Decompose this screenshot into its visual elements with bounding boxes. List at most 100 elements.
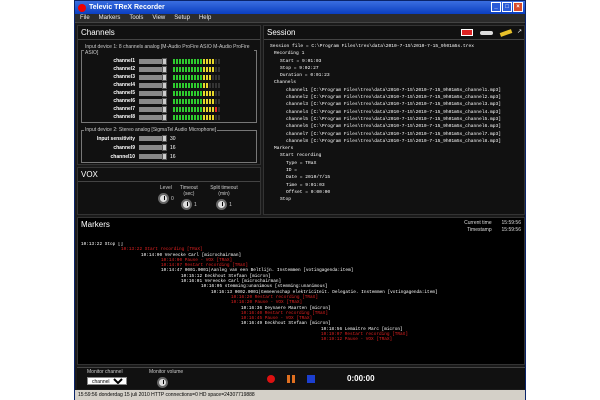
session-panel: Session ↗ Session file = C:\Program File… (263, 25, 525, 215)
channel-label: channel4 (113, 82, 135, 88)
input-sensitivity-row: Input sensitivity 30 (84, 134, 254, 143)
channel-gain-slider[interactable] (139, 73, 167, 81)
session-tree-node[interactable]: Markers (268, 145, 520, 152)
vox-level-dial[interactable] (158, 193, 169, 204)
meter-segment (185, 58, 187, 64)
slider-knob[interactable] (162, 135, 167, 142)
session-tree-node[interactable]: channel3 [C:\Program Files\trex\data\201… (268, 101, 520, 108)
record-flag-icon[interactable] (461, 29, 473, 36)
meter-segment (215, 106, 217, 112)
wrench-icon[interactable] (480, 30, 493, 35)
session-tree-node[interactable]: Time = 9:01:03 (268, 182, 520, 189)
channel-gain-slider[interactable] (139, 89, 167, 97)
meter-segment (185, 66, 187, 72)
menu-view[interactable]: View (152, 15, 165, 21)
meter-segment (182, 74, 184, 80)
pin-icon[interactable]: ↗ (517, 28, 522, 35)
channel-gain-slider[interactable] (139, 57, 167, 65)
meter-segment (179, 82, 181, 88)
session-tree-node[interactable]: Date = 2010/7/15 (268, 174, 520, 181)
input-sensitivity-slider[interactable] (139, 135, 167, 142)
meter-segment (194, 58, 196, 64)
slider-knob[interactable] (162, 105, 167, 113)
meter-segment (203, 58, 205, 64)
meter-segment (206, 82, 208, 88)
channel-gain-slider[interactable] (139, 81, 167, 89)
slider-knob[interactable] (162, 144, 167, 151)
record-button[interactable] (267, 375, 275, 383)
session-tree-node[interactable]: Duration = 0:01:23 (268, 72, 520, 79)
channel-gain-slider[interactable] (139, 153, 167, 160)
vox-split-dial[interactable] (216, 199, 228, 210)
channel-gain-slider[interactable] (139, 113, 167, 121)
session-tree-node[interactable]: Start recording (268, 152, 520, 159)
session-tree-node[interactable]: channel2 [C:\Program Files\trex\data\201… (268, 94, 520, 101)
session-tree-node[interactable]: channel4 [C:\Program Files\trex\data\201… (268, 109, 520, 116)
app-icon (78, 3, 86, 12)
channel-gain-slider[interactable] (139, 65, 167, 73)
menu-setup[interactable]: Setup (174, 15, 190, 21)
meter-segment (173, 58, 175, 64)
channel-gain-slider[interactable] (139, 144, 167, 151)
meter-segment (185, 106, 187, 112)
slider-knob[interactable] (162, 73, 167, 81)
minimize-button[interactable]: _ (491, 2, 501, 12)
input-sensitivity-value: 30 (170, 135, 176, 142)
session-tree-node[interactable]: channel5 [C:\Program Files\trex\data\201… (268, 116, 520, 123)
slider-knob[interactable] (162, 57, 167, 65)
menu-file[interactable]: File (80, 15, 90, 21)
channel-gain-slider[interactable] (139, 105, 167, 113)
session-tree-node[interactable]: Start = 9:01:03 (268, 58, 520, 65)
slider-knob[interactable] (162, 81, 167, 89)
channel-row: channel4 (84, 81, 254, 89)
close-button[interactable]: × (513, 2, 523, 12)
session-tree-node[interactable]: channel1 [C:\Program Files\trex\data\201… (268, 87, 520, 94)
pause-button[interactable] (287, 375, 295, 383)
meter-segment (176, 114, 178, 120)
slider-knob[interactable] (162, 89, 167, 97)
slider-knob[interactable] (162, 97, 167, 105)
meter-segment (200, 82, 202, 88)
meter-segment (197, 66, 199, 72)
menu-tools[interactable]: Tools (129, 15, 143, 21)
meter-segment (206, 58, 208, 64)
meter-segment (179, 66, 181, 72)
meter-segment (212, 90, 214, 96)
session-tree-node[interactable]: channel8 [C:\Program Files\trex\data\201… (268, 138, 520, 145)
monitor-volume-dial[interactable] (157, 377, 168, 388)
session-tree-node[interactable]: Channels (268, 79, 520, 86)
session-tree-node[interactable]: channel6 [C:\Program Files\trex\data\201… (268, 123, 520, 130)
session-tree-node[interactable]: Stop = 9:02:27 (268, 65, 520, 72)
key-icon[interactable] (499, 28, 513, 37)
session-tree-node[interactable]: Type = TRaX (268, 160, 520, 167)
meter-segment (179, 58, 181, 64)
meter-segment (218, 82, 220, 88)
channel-label: channel2 (113, 66, 135, 72)
menu-markers[interactable]: Markers (99, 15, 121, 21)
slider-knob[interactable] (162, 65, 167, 73)
level-meter (173, 74, 220, 80)
session-tree-node[interactable]: Recording 1 (268, 50, 520, 57)
slider-knob[interactable] (162, 153, 167, 160)
stop-button[interactable] (307, 375, 315, 383)
session-tree-node[interactable]: ID = (268, 167, 520, 174)
vox-timeout-dial[interactable] (180, 199, 192, 210)
menu-help[interactable]: Help (199, 15, 211, 21)
meter-segment (215, 90, 217, 96)
level-meter (173, 58, 220, 64)
meter-segment (200, 114, 202, 120)
meter-segment (179, 106, 181, 112)
slider-knob[interactable] (162, 113, 167, 121)
meter-segment (191, 90, 193, 96)
session-tree-node[interactable]: Stop (268, 196, 520, 203)
maximize-button[interactable]: □ (502, 2, 512, 12)
meter-segment (206, 74, 208, 80)
session-tree-node[interactable]: Offset = 0:00:00 (268, 189, 520, 196)
session-tree-node[interactable]: channel7 [C:\Program Files\trex\data\201… (268, 131, 520, 138)
marker-entry[interactable]: 10:19:12 Pause - VOX [TRaX] (81, 337, 523, 342)
session-tree-node[interactable]: Session file = C:\Program Files\trex\dat… (268, 43, 520, 50)
channel-gain-slider[interactable] (139, 97, 167, 105)
monitor-channel-select[interactable]: channel1 (87, 377, 127, 385)
status-bar: 15:59:56 donderdag 15 juli 2010 HTTP con… (75, 390, 525, 400)
channel-row: channel2 (84, 65, 254, 73)
